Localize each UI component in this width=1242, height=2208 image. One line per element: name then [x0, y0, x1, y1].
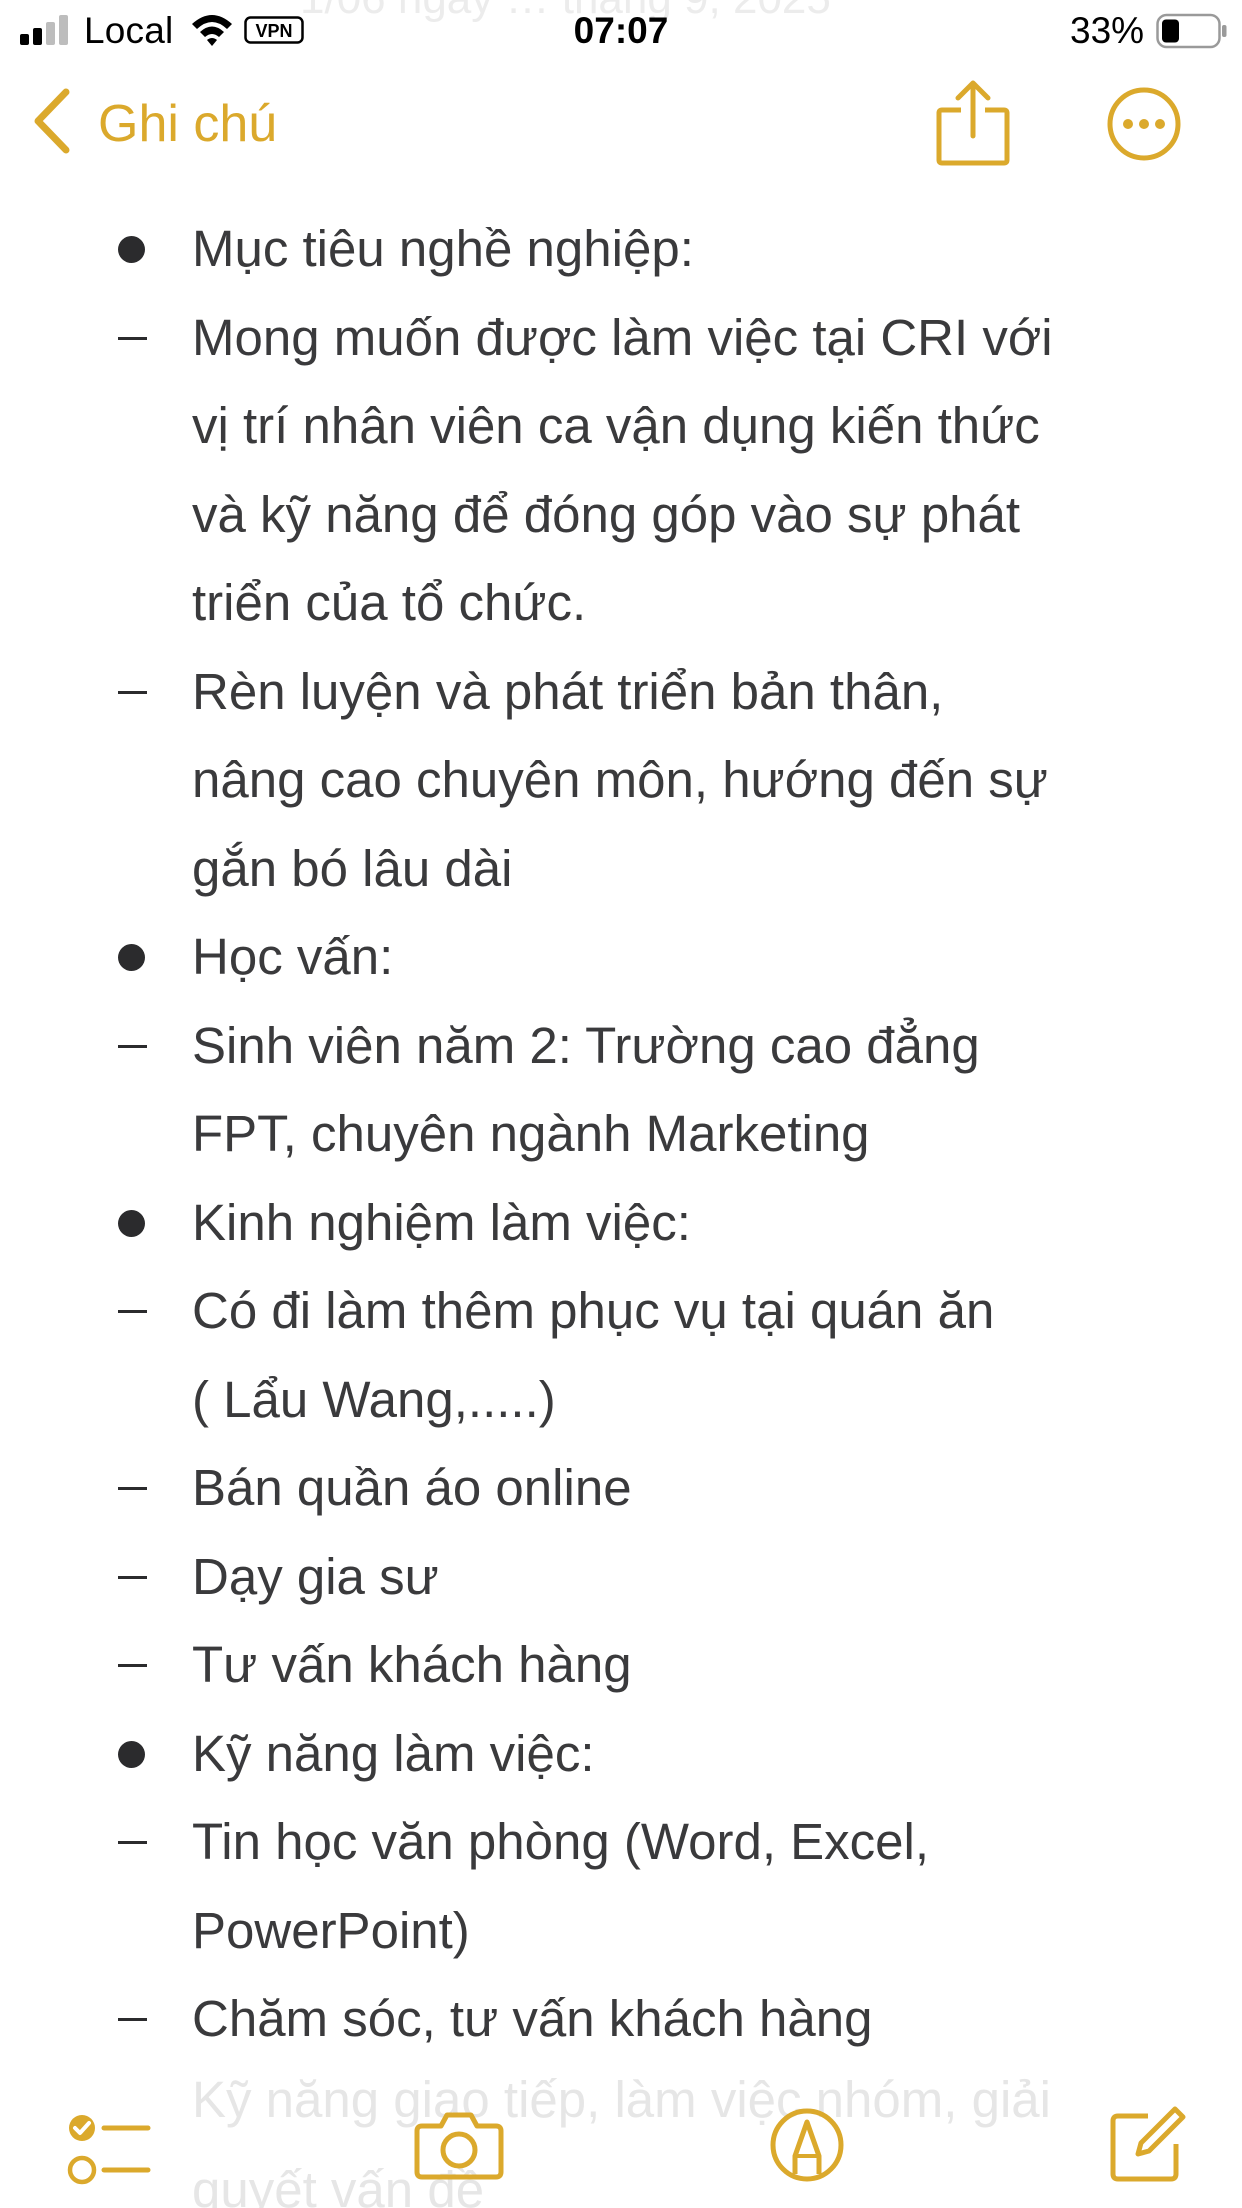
- note-line[interactable]: Bán quần áo online: [0, 1444, 1242, 1533]
- note-line-text: Tin học văn phòng (Word, Excel,: [192, 1813, 930, 1870]
- note-line-text: triển của tổ chức.: [192, 574, 587, 631]
- dash-marker-icon: [118, 1621, 158, 1710]
- note-line-text: và kỹ năng để đóng góp vào sự phát: [192, 485, 1021, 543]
- note-line[interactable]: Sinh viên năm 2: Trường cao đẳng: [0, 1002, 1242, 1091]
- ellipsis-circle-icon: [1106, 87, 1182, 166]
- bullet-point-icon: [118, 1710, 158, 1799]
- camera-button[interactable]: [414, 2110, 504, 2185]
- chevron-left-icon: [32, 88, 72, 159]
- note-line[interactable]: Tin học văn phòng (Word, Excel,: [0, 1798, 1242, 1887]
- note-line[interactable]: Kinh nghiệm làm việc:: [0, 1179, 1242, 1268]
- note-line[interactable]: Dạy gia sư: [0, 1533, 1242, 1622]
- note-line-text: Dạy gia sư: [192, 1547, 439, 1605]
- note-line[interactable]: và kỹ năng để đóng góp vào sự phát: [0, 471, 1242, 560]
- note-line-text: ( Lẩu Wang,.....): [192, 1370, 556, 1428]
- note-line-text: gắn bó lâu dài: [192, 839, 513, 897]
- note-line-text: Kinh nghiệm làm việc:: [192, 1193, 691, 1251]
- compose-button[interactable]: [1110, 2104, 1186, 2187]
- note-line[interactable]: vị trí nhân viên ca vận dụng kiến thức: [0, 382, 1242, 471]
- markup-pen-icon: [768, 2108, 846, 2188]
- note-line-text: FPT, chuyên ngành Marketing: [192, 1105, 870, 1162]
- note-line[interactable]: nâng cao chuyên môn, hướng đến sự: [0, 736, 1242, 825]
- note-line-text: Học vấn:: [192, 928, 394, 985]
- notes-screen: 1/06 ngày … tháng 9, 2025 Local VPN: [0, 0, 1242, 2208]
- note-line[interactable]: Có đi làm thêm phục vụ tại quán ăn: [0, 1267, 1242, 1356]
- note-line-text: Mong muốn được làm việc tại CRI với: [192, 308, 1053, 366]
- status-bar: Local VPN 07:07 33%: [0, 0, 1242, 62]
- note-line-text: vị trí nhân viên ca vận dụng kiến thức: [192, 397, 1040, 454]
- back-button[interactable]: Ghi chú: [32, 88, 277, 159]
- note-line-text: Rèn luyện và phát triển bản thân,: [192, 662, 944, 720]
- checklist-button[interactable]: [66, 2112, 152, 2193]
- status-time: 07:07: [573, 10, 669, 51]
- checklist-icon: [66, 2115, 152, 2192]
- note-line-text: PowerPoint): [192, 1901, 470, 1959]
- dash-marker-icon: [118, 1444, 158, 1533]
- markup-button[interactable]: [768, 2106, 846, 2189]
- dash-marker-icon: [118, 1533, 158, 1622]
- dash-marker-icon: [118, 1975, 158, 2064]
- note-body[interactable]: Mục tiêu nghề nghiệp: Mong muốn được làm …: [0, 205, 1242, 2064]
- note-line[interactable]: Mục tiêu nghề nghiệp:: [0, 205, 1242, 294]
- dash-marker-icon: [118, 1002, 158, 1091]
- bullet-point-icon: [118, 205, 158, 294]
- note-line[interactable]: Chăm sóc, tư vấn khách hàng: [0, 1975, 1242, 2064]
- battery-percent: 33%: [1070, 10, 1145, 51]
- note-line[interactable]: PowerPoint): [0, 1887, 1242, 1976]
- camera-icon: [414, 2112, 504, 2184]
- note-line[interactable]: Tư vấn khách hàng: [0, 1621, 1242, 1710]
- share-button[interactable]: [936, 80, 1010, 171]
- note-line[interactable]: gắn bó lâu dài: [0, 825, 1242, 914]
- bullet-point-icon: [118, 913, 158, 1002]
- note-line-text: nâng cao chuyên môn, hướng đến sự: [192, 751, 1048, 808]
- note-line[interactable]: triển của tổ chức.: [0, 559, 1242, 648]
- note-line-text: Mục tiêu nghề nghiệp:: [192, 220, 694, 277]
- note-line[interactable]: Kỹ năng làm việc:: [0, 1710, 1242, 1799]
- note-line[interactable]: Rèn luyện và phát triển bản thân,: [0, 648, 1242, 737]
- note-line[interactable]: Học vấn:: [0, 913, 1242, 1002]
- compose-icon: [1110, 2106, 1186, 2186]
- note-line-text: Chăm sóc, tư vấn khách hàng: [192, 1990, 873, 2047]
- battery-icon: [1156, 13, 1228, 54]
- dash-marker-icon: [118, 648, 158, 737]
- note-line-text: Có đi làm thêm phục vụ tại quán ăn: [192, 1282, 995, 1339]
- note-line-text: Sinh viên năm 2: Trường cao đẳng: [192, 1016, 980, 1074]
- note-line[interactable]: FPT, chuyên ngành Marketing: [0, 1090, 1242, 1179]
- dash-marker-icon: [118, 1267, 158, 1356]
- dash-marker-icon: [118, 294, 158, 383]
- faded-note-line: Kỹ năng giao tiếp, làm việc nhóm, giải: [192, 2071, 1051, 2128]
- note-line-text: Tư vấn khách hàng: [192, 1636, 632, 1693]
- note-line[interactable]: Mong muốn được làm việc tại CRI với: [0, 294, 1242, 383]
- note-line-text: Bán quần áo online: [192, 1459, 632, 1516]
- note-line-text: Kỹ năng làm việc:: [192, 1724, 595, 1782]
- back-button-label: Ghi chú: [98, 94, 278, 153]
- note-line[interactable]: ( Lẩu Wang,.....): [0, 1356, 1242, 1445]
- dash-marker-icon: [118, 1798, 158, 1887]
- share-icon: [936, 80, 1010, 170]
- more-options-button[interactable]: [1106, 86, 1182, 167]
- bullet-point-icon: [118, 1179, 158, 1268]
